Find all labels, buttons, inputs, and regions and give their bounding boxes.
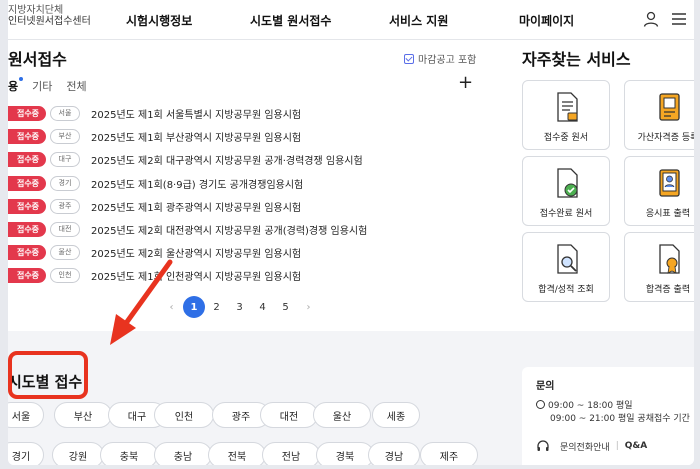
browser-window: 지방자치단체 인터넷원서접수센터 시험시행정보 시도별 원서접수 서비스 지원 … — [8, 0, 694, 465]
annotation-arrow-icon — [110, 259, 173, 345]
